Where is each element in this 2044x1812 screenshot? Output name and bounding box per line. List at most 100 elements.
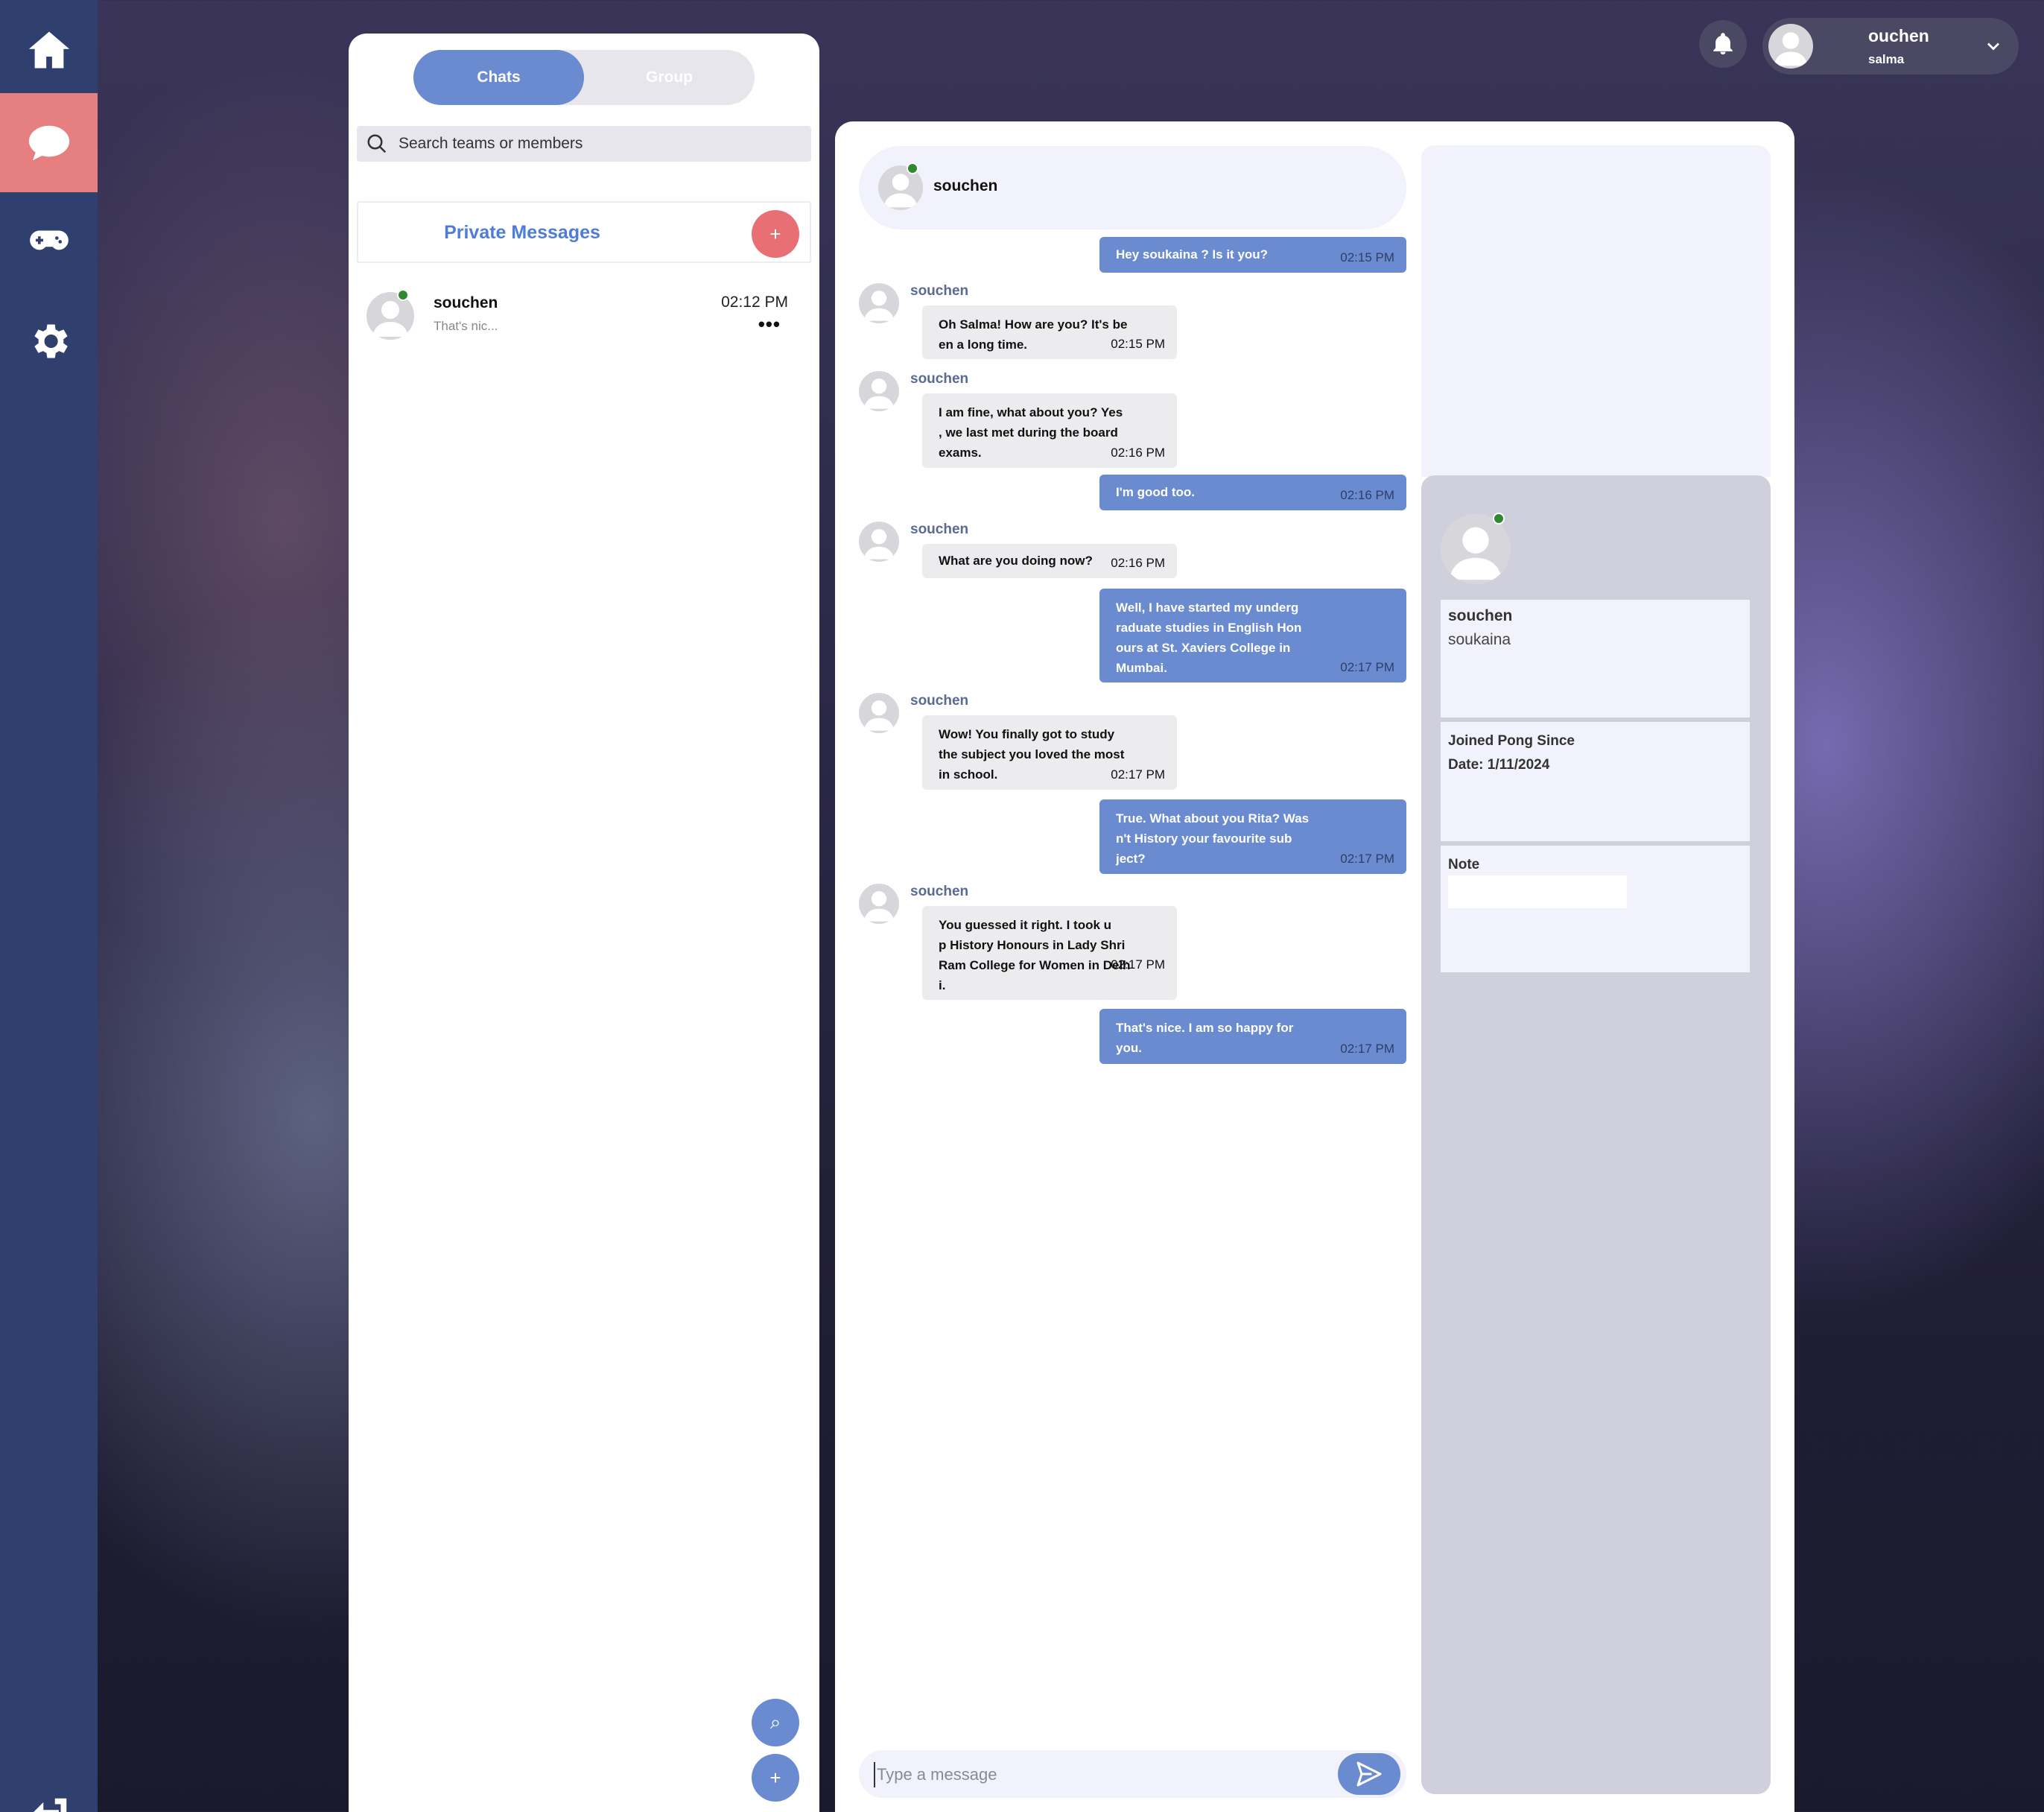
search-box	[357, 126, 811, 162]
message-time: 02:17 PM	[1340, 660, 1394, 674]
note-label: Note	[1448, 857, 1480, 872]
home-icon	[28, 31, 69, 69]
info-panel-top	[1421, 145, 1771, 477]
profile-avatar	[1441, 514, 1511, 584]
sender-name: souchen	[910, 884, 969, 899]
sender-avatar	[859, 884, 899, 924]
conversation-item[interactable]: souchen That's nic... 02:12 PM •••	[366, 283, 799, 350]
message-time: 02:17 PM	[1340, 852, 1394, 866]
tab-group[interactable]: Group	[584, 50, 755, 105]
sender-avatar	[859, 693, 899, 733]
nav-chat[interactable]	[0, 93, 98, 192]
message-input[interactable]	[874, 1762, 1306, 1787]
message-list: Hey soukaina ? Is it you? 02:15 PM souch…	[859, 237, 1406, 1116]
conversation-time: 02:12 PM	[721, 294, 788, 311]
online-status-dot	[1493, 513, 1505, 525]
message-line: Well, I have started my underg	[1116, 601, 1299, 615]
user-silhouette-icon	[1774, 32, 1808, 66]
send-icon	[1356, 1761, 1382, 1787]
private-messages-header: Private Messages +	[357, 201, 811, 263]
message-line: p History Honours in Lady Shri	[939, 938, 1126, 952]
online-status-dot	[397, 289, 409, 301]
sender-name: souchen	[910, 522, 969, 537]
new-message-button[interactable]: +	[752, 210, 799, 258]
message-line: True. What about you Rita? Was	[1116, 811, 1310, 826]
user-silhouette-icon	[863, 291, 895, 321]
nav-logout[interactable]	[0, 1766, 98, 1812]
message-line: ours at St. Xaviers College in	[1116, 641, 1291, 655]
message-incoming: Wow! You finally got to study the subjec…	[922, 715, 1177, 790]
bell-icon	[1713, 33, 1733, 55]
message-line: ject?	[1116, 852, 1146, 866]
message-line: in school.	[939, 767, 998, 782]
gear-icon	[34, 324, 68, 358]
message-line: en a long time.	[939, 338, 1028, 352]
sender-name: souchen	[910, 283, 969, 299]
message-outgoing: I'm good too. 02:16 PM	[1099, 475, 1406, 510]
message-time: 02:15 PM	[1111, 337, 1165, 351]
profile-joined-section: Joined Pong Since Date: 1/11/2024	[1441, 722, 1750, 841]
nav-settings[interactable]	[0, 291, 98, 390]
gamepad-icon	[29, 230, 69, 250]
sender-avatar	[859, 283, 899, 323]
user-silhouette-icon	[1449, 527, 1502, 580]
message-incoming: I am fine, what about you? Yes , we last…	[922, 393, 1177, 468]
message-time: 02:17 PM	[1340, 1042, 1394, 1056]
search-fab-button[interactable]: ⌕	[752, 1699, 799, 1746]
chat-panel: souchen Hey soukaina ? Is it you? 02:15 …	[835, 121, 1794, 1812]
message-line: the subject you loved the most	[939, 747, 1125, 761]
user-info-card: souchen soukaina Joined Pong Since Date:…	[1421, 475, 1771, 1794]
message-time: 02:17 PM	[1111, 957, 1165, 972]
message-line: exams.	[939, 446, 982, 460]
message-line: You guessed it right. I took u	[939, 918, 1112, 932]
joined-date: Date: 1/11/2024	[1448, 757, 1550, 773]
user-menu[interactable]: ouchen salma	[1762, 18, 2019, 75]
chat-type-toggle: Chats Group	[413, 50, 755, 105]
profile-name: souchen	[1448, 607, 1513, 624]
message-time: 02:16 PM	[1340, 488, 1394, 502]
sender-avatar	[859, 371, 899, 411]
message-line: , we last met during the board	[939, 425, 1118, 440]
user-silhouette-icon	[863, 891, 895, 922]
online-status-dot	[907, 162, 918, 174]
chat-list-panel: Chats Group Private Messages + souchen T…	[349, 34, 819, 1812]
message-line: What are you doing now?	[939, 554, 1093, 568]
send-button[interactable]	[1338, 1753, 1400, 1795]
message-time: 02:16 PM	[1111, 446, 1165, 460]
joined-label: Joined Pong Since	[1448, 733, 1575, 749]
message-outgoing: That's nice. I am so happy for you. 02:1…	[1099, 1009, 1406, 1064]
message-time: 02:17 PM	[1111, 767, 1165, 782]
message-text: Hey soukaina ? Is it you?	[1116, 247, 1269, 262]
message-text: I'm good too.	[1116, 485, 1196, 499]
sender-name: souchen	[910, 693, 969, 709]
message-time: 02:16 PM	[1111, 556, 1165, 570]
user-silhouette-icon	[863, 529, 895, 560]
message-time: 02:15 PM	[1340, 250, 1394, 264]
message-line: Oh Salma! How are you? It's be	[939, 317, 1128, 332]
user-name: ouchen	[1868, 26, 1929, 45]
user-avatar	[1768, 24, 1813, 69]
message-line: Wow! You finally got to study	[939, 727, 1115, 741]
add-fab-button[interactable]: +	[752, 1754, 799, 1802]
nav-home[interactable]	[0, 0, 98, 99]
more-options-icon[interactable]: •••	[758, 313, 781, 336]
user-silhouette-icon	[863, 378, 895, 409]
note-input[interactable]	[1448, 875, 1627, 908]
message-outgoing: Well, I have started my underg raduate s…	[1099, 589, 1406, 682]
tab-chats[interactable]: Chats	[413, 50, 584, 105]
message-incoming: You guessed it right. I took u p History…	[922, 906, 1177, 1000]
sender-avatar	[859, 522, 899, 562]
message-line: Ram College for Women in Delh	[939, 958, 1131, 972]
message-outgoing: True. What about you Rita? Was n't Histo…	[1099, 799, 1406, 874]
sender-name: souchen	[910, 371, 969, 387]
message-composer	[859, 1750, 1406, 1798]
chevron-down-icon[interactable]	[1983, 36, 2004, 57]
private-messages-title: Private Messages	[444, 221, 600, 243]
chat-bubble-icon	[28, 125, 69, 160]
search-input[interactable]	[399, 135, 801, 153]
left-nav	[0, 0, 98, 1812]
notifications-button[interactable]	[1699, 20, 1747, 68]
message-line: i.	[939, 978, 946, 992]
nav-game[interactable]	[0, 192, 98, 291]
user-subtitle: salma	[1868, 52, 1905, 66]
